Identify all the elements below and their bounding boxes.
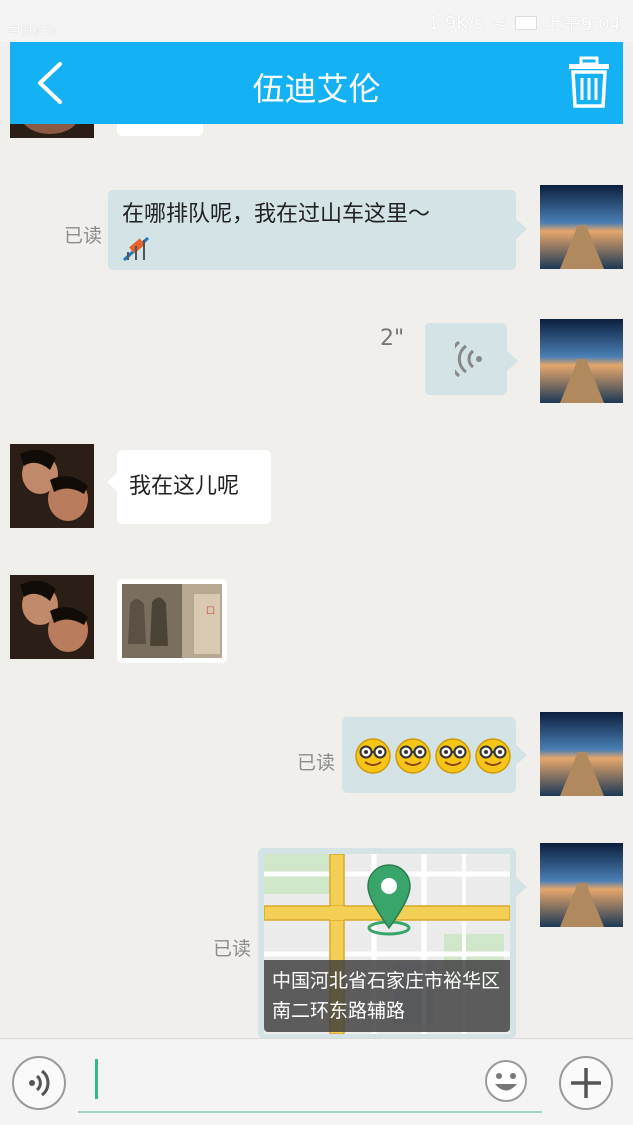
plus-icon[interactable]: [559, 1056, 613, 1110]
voice-wave-icon: [455, 341, 482, 377]
emoji-message-bubble[interactable]: [342, 717, 516, 793]
message-input-bar: [0, 1038, 633, 1125]
voice-duration: 2": [380, 326, 405, 351]
nerd-face-emoji: [355, 738, 391, 774]
location-address: 中国河北省石家庄市裕华区南二环东路辅路: [264, 960, 510, 1032]
my-avatar[interactable]: [540, 712, 623, 796]
bubble-tail: [506, 350, 518, 372]
message-bubble[interactable]: 我在这儿呢: [117, 450, 271, 524]
my-avatar[interactable]: [540, 843, 623, 927]
carrier-label: 中国移动: [8, 24, 57, 38]
message-input[interactable]: [78, 1053, 542, 1113]
text-caret: [95, 1059, 98, 1099]
message-text: 我在这儿呢: [129, 474, 240, 499]
chat-scroll-area[interactable]: 已读 在哪排队呢，我在过山车这里～ 2" 我在这儿呢 ☐ 已读 已读 中国河北省…: [10, 124, 623, 1038]
status-bar: 中国移动 1.9K/s ≈ 上午9:04: [0, 0, 633, 42]
photo-thumbnail: ☐: [122, 584, 222, 658]
contact-avatar[interactable]: [10, 124, 94, 138]
nerd-face-emoji: [395, 738, 431, 774]
wifi-icon: ≈: [491, 12, 507, 34]
contact-avatar[interactable]: [10, 575, 94, 659]
clock: 上午9:04: [544, 14, 621, 35]
nerd-face-emoji: [435, 738, 471, 774]
bubble-tail: [515, 876, 527, 898]
image-message-bubble[interactable]: ☐: [117, 579, 227, 663]
message-text: 在哪排队呢，我在过山车这里～: [122, 202, 431, 227]
trash-icon[interactable]: [567, 56, 611, 110]
message-bubble[interactable]: [117, 124, 203, 136]
svg-text:☐: ☐: [206, 606, 215, 617]
voice-icon[interactable]: [12, 1056, 66, 1110]
location-message-bubble[interactable]: 中国河北省石家庄市裕华区南二环东路辅路: [258, 848, 516, 1038]
network-speed: 1.9K/s: [427, 12, 484, 34]
contact-name: 伍迪艾伦: [252, 70, 381, 108]
chat-header: 伍迪艾伦: [10, 42, 623, 124]
nerd-face-emoji: [475, 738, 511, 774]
battery-icon: [514, 16, 537, 30]
read-status: 已读: [64, 225, 103, 247]
bubble-tail: [515, 744, 527, 766]
my-avatar[interactable]: [540, 185, 623, 269]
contact-avatar[interactable]: [10, 444, 94, 528]
roller-coaster-emoji: [122, 234, 152, 262]
voice-message-bubble[interactable]: [425, 323, 507, 395]
read-status: 已读: [297, 752, 336, 774]
message-bubble[interactable]: 在哪排队呢，我在过山车这里～: [108, 190, 516, 270]
bubble-tail: [515, 218, 527, 240]
read-status: 已读: [213, 938, 252, 960]
smiley-icon[interactable]: [484, 1059, 528, 1103]
my-avatar[interactable]: [540, 319, 623, 403]
